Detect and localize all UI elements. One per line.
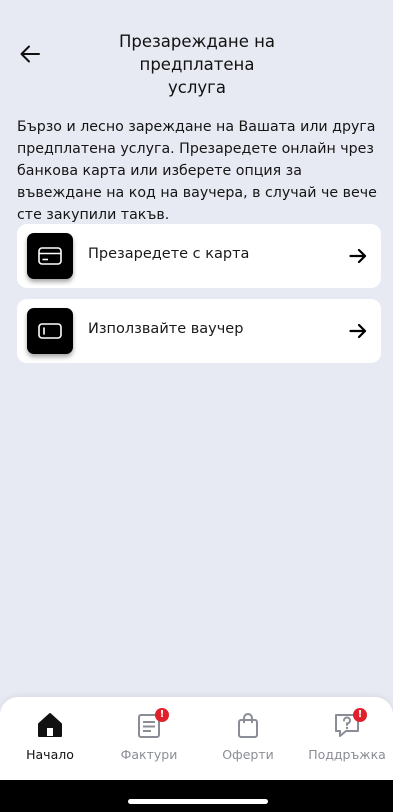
topup-card-option[interactable]: Презаредете с карта [17, 224, 381, 288]
topup-card-label: Презаредете с карта [88, 246, 250, 262]
header: Презареждане на предплатена услуга [0, 0, 393, 100]
invoice-icon: ! [135, 708, 169, 741]
page-title-line2: услуга [168, 78, 226, 97]
tab-support[interactable]: ! Поддръжка [298, 697, 393, 780]
tab-offers-label: Оферти [222, 747, 274, 762]
voucher-icon [27, 308, 73, 354]
notification-badge: ! [155, 708, 169, 722]
tab-home[interactable]: Начало [1, 697, 99, 780]
arrow-right-icon [349, 323, 367, 339]
home-indicator[interactable] [128, 799, 268, 804]
voucher-label: Използвайте ваучер [88, 321, 244, 337]
voucher-option[interactable]: Използвайте ваучер [17, 299, 381, 363]
arrow-left-icon [20, 45, 40, 63]
shopping-bag-icon [234, 711, 262, 741]
intro-text: Бързо и лесно зареждане на Вашата или др… [17, 119, 377, 223]
credit-card-icon [27, 233, 73, 279]
tab-invoices-label: Фактури [120, 747, 178, 762]
page-title: Презареждане на предплатена услуга [62, 30, 332, 99]
home-icon [36, 711, 64, 741]
bottom-tab-bar: Начало ! Фактури Оферти ! Поддръжка [0, 697, 393, 780]
page-title-line1: Презареждане на предплатена [118, 32, 275, 74]
system-navigation-bar [0, 780, 393, 812]
arrow-right-icon [349, 248, 367, 264]
tab-support-label: Поддръжка [308, 747, 386, 762]
tab-home-label: Начало [26, 747, 74, 762]
tab-offers[interactable]: Оферти [199, 697, 297, 780]
notification-badge: ! [353, 708, 367, 722]
back-button[interactable] [14, 38, 46, 70]
support-chat-icon: ! [333, 708, 367, 741]
tab-invoices[interactable]: ! Фактури [100, 697, 198, 780]
